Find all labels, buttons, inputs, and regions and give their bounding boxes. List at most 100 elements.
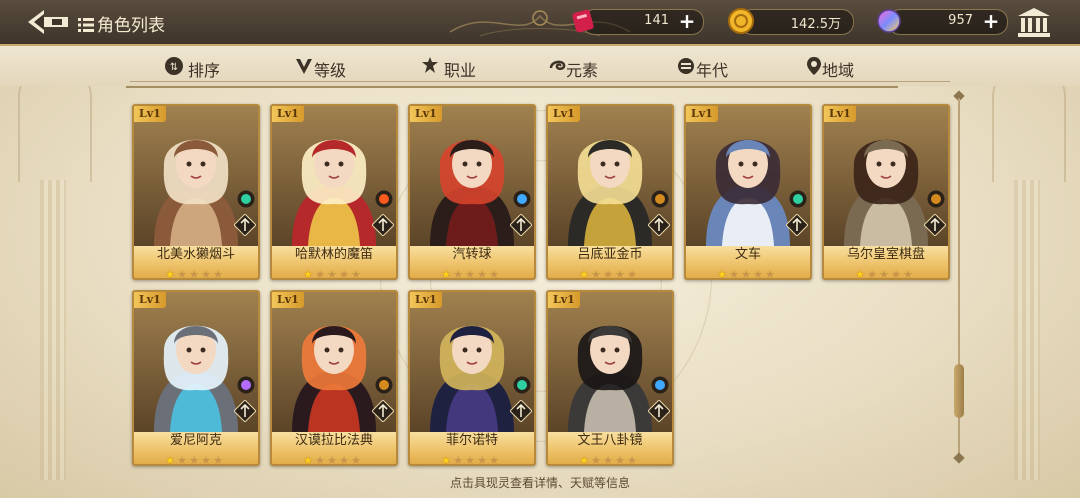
star-empty-icon: ★ bbox=[201, 268, 211, 280]
character-card[interactable]: Lv1 文王八卦镜 ★ ★ ★ ★ ★ bbox=[546, 290, 674, 466]
sort-icon: ⇅ bbox=[165, 57, 183, 75]
star-empty-icon: ★ bbox=[489, 454, 499, 466]
scepter-class-icon bbox=[372, 214, 394, 236]
rainbow-gem-icon bbox=[877, 9, 901, 33]
star-rating: ★ ★ ★ ★ ★ bbox=[824, 263, 948, 278]
add-ticket-button[interactable]: + bbox=[677, 11, 697, 31]
star-empty-icon: ★ bbox=[603, 454, 613, 466]
level-badge: Lv1 bbox=[134, 106, 166, 122]
scepter-class-icon bbox=[510, 400, 532, 422]
gold-count: 142.5万 bbox=[790, 17, 841, 32]
star-empty-icon: ★ bbox=[339, 454, 349, 466]
tab-underline bbox=[510, 86, 642, 88]
star-empty-icon: ★ bbox=[627, 268, 637, 280]
star-empty-icon: ★ bbox=[315, 454, 325, 466]
character-name: 汽转球 bbox=[410, 246, 534, 263]
character-card[interactable]: Lv1 汉谟拉比法典 ★ ★ ★ ★ ★ bbox=[270, 290, 398, 466]
character-name: 北美水獭烟斗 bbox=[134, 246, 258, 263]
character-card[interactable]: Lv1 文车 ★ ★ ★ ★ ★ bbox=[684, 104, 812, 280]
character-name: 文王八卦镜 bbox=[548, 432, 672, 449]
level-badge: Lv1 bbox=[410, 106, 442, 122]
star-empty-icon: ★ bbox=[177, 268, 187, 280]
add-gem-button[interactable]: + bbox=[981, 11, 1001, 31]
character-card[interactable]: Lv1 菲尔诺特 ★ ★ ★ ★ ★ bbox=[408, 290, 536, 466]
character-name: 吕底亚金币 bbox=[548, 246, 672, 263]
era-icon bbox=[678, 58, 694, 74]
character-name: 爱尼阿克 bbox=[134, 432, 258, 449]
back-arrow-icon[interactable] bbox=[26, 8, 70, 36]
tab-element-label: 元素 bbox=[566, 61, 599, 80]
star-empty-icon: ★ bbox=[879, 268, 889, 280]
water-element-icon bbox=[513, 190, 531, 208]
gold-resource: 142.5万 bbox=[728, 8, 854, 35]
star-rating: ★ ★ ★ ★ ★ bbox=[410, 263, 534, 278]
star-filled-icon: ★ bbox=[441, 268, 451, 280]
level-badge: Lv1 bbox=[410, 292, 442, 308]
level-badge: Lv1 bbox=[272, 106, 304, 122]
character-card[interactable]: Lv1 汽转球 ★ ★ ★ ★ ★ bbox=[408, 104, 536, 280]
bank-icon[interactable] bbox=[1016, 6, 1052, 38]
character-card[interactable]: Lv1 乌尔皇室棋盘 ★ ★ ★ ★ ★ bbox=[822, 104, 950, 280]
gem-count: 957 bbox=[948, 13, 973, 28]
character-card[interactable]: Lv1 北美水獭烟斗 ★ ★ ★ ★ ★ bbox=[132, 104, 260, 280]
list-icon bbox=[78, 18, 94, 32]
star-rating: ★ ★ ★ ★ ★ bbox=[134, 449, 258, 464]
wind-element-icon bbox=[513, 376, 531, 394]
tab-era[interactable]: 年代 bbox=[638, 54, 770, 88]
ticket-count: 141 bbox=[644, 13, 669, 28]
level-badge: Lv1 bbox=[548, 292, 580, 308]
star-empty-icon: ★ bbox=[465, 454, 475, 466]
character-card[interactable]: Lv1 爱尼阿克 ★ ★ ★ ★ ★ bbox=[132, 290, 260, 466]
tab-region[interactable]: 地域 bbox=[766, 54, 898, 88]
star-empty-icon: ★ bbox=[591, 454, 601, 466]
left-decorative-column bbox=[18, 60, 92, 490]
star-filled-icon: ★ bbox=[579, 268, 589, 280]
star-empty-icon: ★ bbox=[867, 268, 877, 280]
star-filled-icon: ★ bbox=[303, 454, 313, 466]
star-empty-icon: ★ bbox=[351, 454, 361, 466]
character-name: 汉谟拉比法典 bbox=[272, 432, 396, 449]
star-empty-icon: ★ bbox=[465, 268, 475, 280]
star-empty-icon: ★ bbox=[327, 454, 337, 466]
star-empty-icon: ★ bbox=[741, 268, 751, 280]
character-card[interactable]: Lv1 吕底亚金币 ★ ★ ★ ★ ★ bbox=[546, 104, 674, 280]
tab-class-label: 职业 bbox=[444, 61, 477, 80]
location-pin-icon bbox=[807, 57, 821, 75]
star-empty-icon: ★ bbox=[453, 268, 463, 280]
star-rating: ★ ★ ★ ★ ★ bbox=[272, 449, 396, 464]
tab-underline bbox=[382, 86, 514, 88]
tab-class[interactable]: 职业 bbox=[382, 54, 514, 88]
star-filled-icon: ★ bbox=[303, 268, 313, 280]
element-swirl-icon bbox=[549, 60, 566, 70]
star-rating: ★ ★ ★ ★ ★ bbox=[548, 263, 672, 278]
earth-element-icon bbox=[927, 190, 945, 208]
tab-underline bbox=[638, 86, 770, 88]
page-title: 角色列表 bbox=[78, 11, 165, 36]
character-card[interactable]: Lv1 哈默林的魔笛 ★ ★ ★ ★ ★ bbox=[270, 104, 398, 280]
tab-element[interactable]: 元素 bbox=[510, 54, 642, 88]
tower-class-icon bbox=[924, 214, 946, 236]
hint-text: 点击具现灵查看详情、天赋等信息 bbox=[449, 476, 630, 490]
scepter-class-icon bbox=[372, 400, 394, 422]
star-empty-icon: ★ bbox=[903, 268, 913, 280]
gold-coin-icon bbox=[728, 8, 754, 34]
tab-level[interactable]: 等级 bbox=[256, 54, 388, 88]
tab-sort[interactable]: ⇅ 排序 bbox=[126, 54, 258, 88]
scrollbar-thumb[interactable] bbox=[954, 364, 964, 418]
filter-bar: ⇅ 排序 等级 职业 元素 年代 地域 bbox=[0, 46, 1080, 88]
water-element-icon bbox=[651, 376, 669, 394]
star-empty-icon: ★ bbox=[201, 454, 211, 466]
tab-underline bbox=[126, 86, 258, 88]
star-empty-icon: ★ bbox=[591, 268, 601, 280]
level-badge: Lv1 bbox=[824, 106, 856, 122]
star-empty-icon: ★ bbox=[189, 268, 199, 280]
character-name: 哈默林的魔笛 bbox=[272, 246, 396, 263]
star-rating: ★ ★ ★ ★ ★ bbox=[272, 263, 396, 278]
star-empty-icon: ★ bbox=[177, 454, 187, 466]
tab-level-label: 等级 bbox=[314, 61, 347, 80]
earth-element-icon bbox=[651, 190, 669, 208]
star-empty-icon: ★ bbox=[765, 268, 775, 280]
gem-resource: 957 + bbox=[877, 9, 1008, 35]
star-empty-icon: ★ bbox=[615, 454, 625, 466]
svg-text:⇅: ⇅ bbox=[170, 62, 178, 73]
